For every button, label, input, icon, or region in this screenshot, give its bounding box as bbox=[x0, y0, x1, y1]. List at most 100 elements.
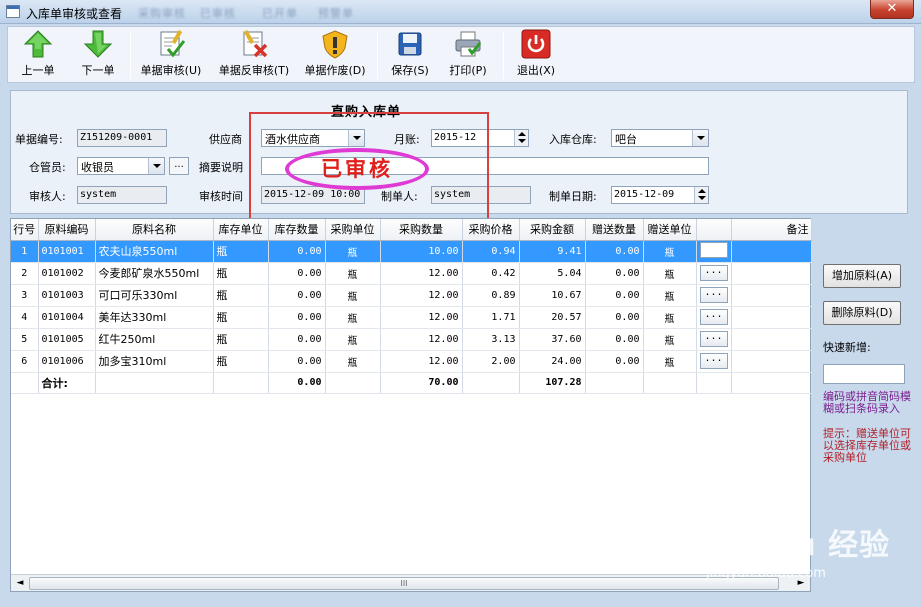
scroll-left-icon[interactable]: ◄ bbox=[12, 576, 28, 591]
table-cell[interactable]: 10.00 bbox=[380, 240, 463, 263]
column-header[interactable]: 赠送单位 bbox=[643, 219, 697, 241]
column-header[interactable]: 采购单位 bbox=[325, 219, 381, 241]
save-button[interactable]: 保存(S) bbox=[386, 29, 434, 81]
table-cell[interactable]: 0.94 bbox=[462, 240, 520, 263]
table-cell[interactable]: ... bbox=[696, 350, 732, 373]
maker-field[interactable]: system bbox=[431, 186, 531, 204]
table-cell[interactable]: 12.00 bbox=[380, 262, 463, 285]
table-cell[interactable]: 6 bbox=[11, 350, 39, 373]
table-cell[interactable] bbox=[731, 284, 812, 307]
table-row[interactable]: 2 0101002 今麦郎矿泉水550ml 瓶 0.00 瓶 12.00 0.42 5.04 0.… bbox=[11, 262, 812, 285]
table-cell[interactable]: 0.89 bbox=[462, 284, 520, 307]
column-header[interactable]: 原料名称 bbox=[95, 219, 214, 241]
table-cell[interactable]: 10.67 bbox=[519, 284, 586, 307]
table-cell[interactable]: 0.00 bbox=[268, 240, 326, 263]
table-cell[interactable]: 0101006 bbox=[38, 350, 96, 373]
window-close-button[interactable]: ✕ bbox=[870, 0, 914, 19]
table-cell[interactable]: 37.60 bbox=[519, 328, 586, 351]
table-cell[interactable]: 12.00 bbox=[380, 306, 463, 329]
table-cell[interactable]: 瓶 bbox=[325, 306, 381, 329]
table-cell[interactable]: 0101002 bbox=[38, 262, 96, 285]
table-cell[interactable]: 瓶 bbox=[643, 284, 697, 307]
table-cell[interactable]: 0101001 bbox=[38, 240, 96, 263]
table-cell[interactable]: 1 bbox=[11, 240, 39, 263]
column-header[interactable]: 采购价格 bbox=[462, 219, 520, 241]
table-cell[interactable]: 瓶 bbox=[213, 328, 269, 351]
column-header[interactable]: 赠送数量 bbox=[585, 219, 644, 241]
table-row[interactable]: 6 0101006 加多宝310ml 瓶 0.00 瓶 12.00 2.00 24.00 0.00… bbox=[11, 350, 812, 373]
table-cell[interactable]: 0.00 bbox=[585, 350, 644, 373]
doc-no-field[interactable]: Z151209-0001 bbox=[77, 129, 167, 147]
table-cell[interactable]: 0.42 bbox=[462, 262, 520, 285]
account-month-field[interactable]: 2015-12 bbox=[431, 129, 529, 147]
make-date-field[interactable]: 2015-12-09 bbox=[611, 186, 709, 204]
quick-add-input[interactable] bbox=[823, 364, 905, 384]
table-cell[interactable]: 0.00 bbox=[585, 284, 644, 307]
table-cell[interactable]: 3 bbox=[11, 284, 39, 307]
table-cell[interactable]: 0.00 bbox=[585, 262, 644, 285]
column-header[interactable]: 采购数量 bbox=[380, 219, 463, 241]
table-cell[interactable]: 3.13 bbox=[462, 328, 520, 351]
table-cell[interactable]: 瓶 bbox=[325, 328, 381, 351]
table-cell[interactable]: 瓶 bbox=[213, 350, 269, 373]
table-cell[interactable]: 0.00 bbox=[585, 306, 644, 329]
keeper-select[interactable]: 收银员 bbox=[77, 157, 165, 175]
table-cell[interactable]: 0.00 bbox=[585, 328, 644, 351]
row-browse-button[interactable]: ... bbox=[699, 309, 728, 325]
table-cell[interactable]: 可口可乐330ml bbox=[95, 284, 214, 307]
table-cell[interactable] bbox=[731, 350, 812, 373]
table-cell[interactable]: 24.00 bbox=[519, 350, 586, 373]
row-browse-button[interactable]: ... bbox=[699, 353, 728, 369]
table-cell[interactable]: 瓶 bbox=[643, 328, 697, 351]
table-cell[interactable] bbox=[731, 306, 812, 329]
table-cell[interactable]: 20.57 bbox=[519, 306, 586, 329]
next-doc-button[interactable]: 下一单 bbox=[76, 29, 120, 81]
table-cell[interactable]: 0.00 bbox=[268, 350, 326, 373]
table-cell[interactable] bbox=[696, 240, 732, 263]
scrollbar-thumb[interactable]: III bbox=[29, 577, 779, 590]
table-cell[interactable]: 瓶 bbox=[643, 240, 697, 263]
column-header[interactable]: 采购金额 bbox=[519, 219, 586, 241]
table-cell[interactable]: 0101003 bbox=[38, 284, 96, 307]
table-row[interactable]: 3 0101003 可口可乐330ml 瓶 0.00 瓶 12.00 0.89 10.67 0.0… bbox=[11, 284, 812, 307]
table-cell[interactable] bbox=[731, 240, 812, 263]
table-cell[interactable]: 瓶 bbox=[325, 350, 381, 373]
keeper-browse-button[interactable]: ... bbox=[169, 157, 189, 175]
table-cell[interactable]: 0.00 bbox=[268, 262, 326, 285]
table-cell[interactable]: 美年达330ml bbox=[95, 306, 214, 329]
column-header[interactable]: 库存单位 bbox=[213, 219, 269, 241]
prev-doc-button[interactable]: 上一单 bbox=[16, 29, 60, 81]
table-cell[interactable]: 4 bbox=[11, 306, 39, 329]
delete-material-button[interactable]: 删除原料(D) bbox=[823, 301, 901, 325]
table-cell[interactable]: ... bbox=[696, 284, 732, 307]
table-cell[interactable] bbox=[731, 328, 812, 351]
table-cell[interactable]: 农夫山泉550ml bbox=[95, 240, 214, 263]
print-button[interactable]: 打印(P) bbox=[444, 29, 492, 81]
exit-button[interactable]: 退出(X) bbox=[510, 29, 562, 81]
table-cell[interactable]: 0101004 bbox=[38, 306, 96, 329]
table-cell[interactable]: 瓶 bbox=[325, 262, 381, 285]
spinner-icon[interactable] bbox=[694, 187, 708, 203]
unapprove-doc-button[interactable]: 单据反审核(T) bbox=[213, 29, 295, 81]
table-row[interactable]: 5 0101005 红牛250ml 瓶 0.00 瓶 12.00 3.13 37.60 0.00 瓶… bbox=[11, 328, 812, 351]
table-cell[interactable]: 5.04 bbox=[519, 262, 586, 285]
row-browse-button[interactable] bbox=[699, 241, 728, 258]
table-cell[interactable]: 0.00 bbox=[268, 284, 326, 307]
table-cell[interactable]: 0101005 bbox=[38, 328, 96, 351]
table-cell[interactable]: 红牛250ml bbox=[95, 328, 214, 351]
table-row[interactable]: 4 0101004 美年达330ml 瓶 0.00 瓶 12.00 1.71 20.57 0.00… bbox=[11, 306, 812, 329]
table-cell[interactable]: 加多宝310ml bbox=[95, 350, 214, 373]
column-header[interactable]: 行号 bbox=[11, 219, 39, 241]
table-cell[interactable]: ... bbox=[696, 306, 732, 329]
horizontal-scrollbar[interactable]: ◄ III ► bbox=[11, 574, 810, 591]
table-cell[interactable]: 1.71 bbox=[462, 306, 520, 329]
table-cell[interactable]: 瓶 bbox=[643, 350, 697, 373]
column-header[interactable]: 备注 bbox=[731, 219, 812, 241]
row-browse-button[interactable]: ... bbox=[699, 287, 728, 303]
void-doc-button[interactable]: 单据作废(D) bbox=[300, 29, 370, 81]
table-cell[interactable]: 0.00 bbox=[268, 306, 326, 329]
table-cell[interactable]: 12.00 bbox=[380, 350, 463, 373]
table-cell[interactable]: 12.00 bbox=[380, 284, 463, 307]
table-cell[interactable]: ... bbox=[696, 328, 732, 351]
table-cell[interactable]: 瓶 bbox=[213, 284, 269, 307]
